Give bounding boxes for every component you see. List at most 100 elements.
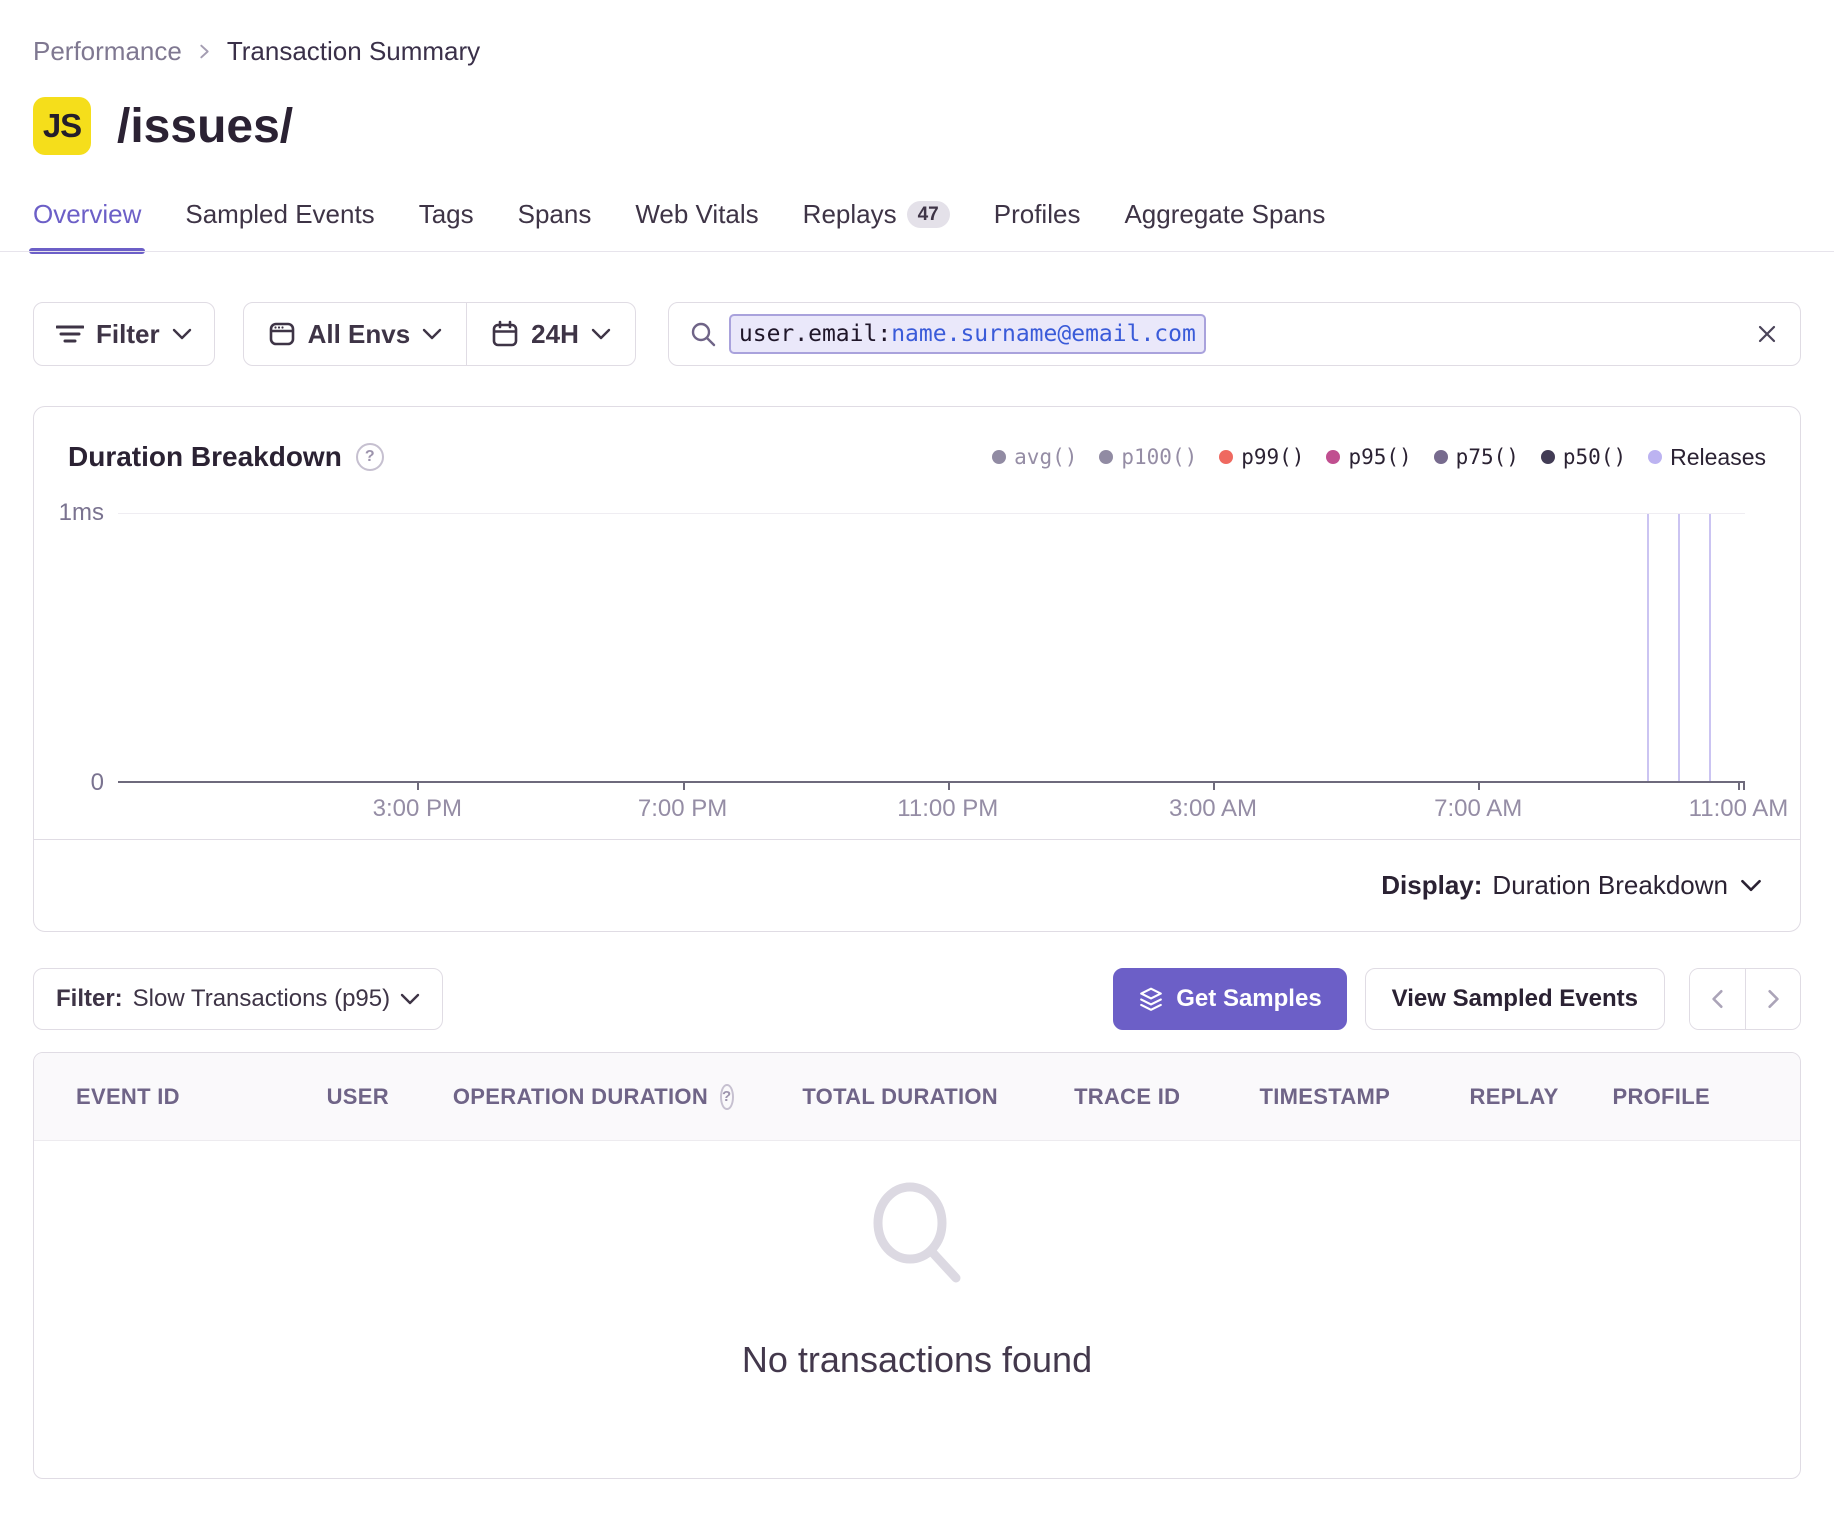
column-label: EVENT ID — [76, 1084, 180, 1110]
x-tick-label: 11:00 PM — [897, 795, 998, 823]
plot-canvas: 3:00 PM 7:00 PM 11:00 PM 3:00 AM 7:00 AM… — [118, 513, 1745, 783]
table-column-header: USER — [261, 1084, 454, 1110]
clear-search-icon[interactable] — [1754, 321, 1780, 347]
view-sampled-events-button[interactable]: View Sampled Events — [1365, 968, 1665, 1030]
table-column-header: REPLAY — [1464, 1084, 1565, 1110]
table-column-header: PROFILE — [1565, 1084, 1758, 1110]
legend-dot-icon — [1541, 450, 1555, 464]
search-input[interactable]: user.email:name.surname@email.com — [668, 302, 1801, 366]
pagination — [1689, 968, 1801, 1030]
display-selector-row: Display: Duration Breakdown — [34, 839, 1800, 931]
release-line — [1709, 514, 1711, 781]
legend-label: p75() — [1456, 445, 1519, 469]
display-value: Duration Breakdown — [1492, 870, 1728, 901]
tab-label: Sampled Events — [185, 199, 374, 230]
view-sampled-events-label: View Sampled Events — [1392, 985, 1638, 1013]
transaction-summary-page: Performance Transaction Summary JS /issu… — [0, 0, 1834, 1479]
x-tick-label: 3:00 PM — [373, 795, 462, 823]
previous-page-button[interactable] — [1690, 969, 1745, 1029]
tab-label: Replays — [803, 199, 897, 230]
release-line — [1647, 514, 1649, 781]
tab[interactable]: Overview — [33, 199, 141, 252]
legend-item[interactable]: p95() — [1326, 445, 1411, 469]
legend-item[interactable]: p100() — [1099, 445, 1197, 469]
release-line — [1678, 514, 1680, 781]
tab[interactable]: Tags — [419, 199, 474, 252]
tab[interactable]: Aggregate Spans — [1124, 199, 1325, 252]
help-icon[interactable]: ? — [356, 443, 384, 471]
empty-search-icon — [857, 1177, 977, 1297]
filter-button[interactable]: Filter — [33, 302, 215, 366]
tab[interactable]: Profiles — [994, 199, 1081, 252]
tabs-divider — [0, 251, 1834, 252]
legend-label: p99() — [1241, 445, 1304, 469]
tab[interactable]: Sampled Events — [185, 199, 374, 252]
chart-plot-area: 1ms 0 — [68, 513, 1745, 783]
tab-label: Overview — [33, 199, 141, 230]
legend-dot-icon — [992, 450, 1006, 464]
chevron-down-icon — [400, 992, 420, 1006]
get-samples-label: Get Samples — [1176, 985, 1321, 1013]
table-column-header: TRACE ID — [1068, 1084, 1186, 1110]
x-tick-label: 11:00 AM — [1689, 795, 1789, 823]
get-samples-button[interactable]: Get Samples — [1113, 968, 1346, 1030]
legend-label: Releases — [1670, 444, 1766, 471]
legend-item[interactable]: Releases — [1648, 444, 1766, 471]
stack-icon — [1138, 986, 1164, 1012]
breadcrumb-performance[interactable]: Performance — [33, 36, 182, 67]
column-label: OPERATION DURATION — [453, 1084, 708, 1110]
legend-item[interactable]: avg() — [992, 445, 1077, 469]
page-header: JS /issues/ — [33, 97, 1801, 155]
breadcrumb-transaction-summary: Transaction Summary — [227, 36, 480, 67]
chevron-down-icon — [1740, 878, 1762, 893]
token-key: user.email: — [739, 321, 891, 347]
display-label: Display: — [1381, 870, 1482, 901]
legend-label: p100() — [1121, 445, 1197, 469]
env-time-group: All Envs 24H — [243, 302, 636, 366]
chevron-down-icon — [172, 327, 192, 341]
legend-item[interactable]: p50() — [1541, 445, 1626, 469]
table-column-header: OPERATION DURATION ? — [454, 1084, 732, 1110]
next-page-button[interactable] — [1745, 969, 1800, 1029]
filter-button-label: Filter — [96, 319, 160, 350]
column-label: TOTAL DURATION — [802, 1084, 998, 1110]
token-value: name.surname@email.com — [891, 321, 1196, 347]
legend-item[interactable]: p99() — [1219, 445, 1304, 469]
table-column-header: EVENT ID — [76, 1084, 261, 1110]
tab[interactable]: Replays 47 — [803, 199, 950, 252]
page-title: /issues/ — [117, 99, 293, 154]
time-range-selector[interactable]: 24H — [467, 303, 635, 365]
chevron-down-icon — [422, 327, 442, 341]
legend-dot-icon — [1099, 450, 1113, 464]
x-tick-label: 7:00 PM — [638, 795, 727, 823]
legend-label: p95() — [1348, 445, 1411, 469]
table-empty-state: No transactions found — [34, 1141, 1800, 1478]
legend-dot-icon — [1219, 450, 1233, 464]
table-column-header: TIMESTAMP — [1186, 1084, 1464, 1110]
legend-dot-icon — [1648, 450, 1662, 464]
tab-count-badge: 47 — [907, 201, 950, 228]
x-axis-labels: 3:00 PM 7:00 PM 11:00 PM 3:00 AM 7:00 AM… — [118, 781, 1793, 833]
legend-label: avg() — [1014, 445, 1077, 469]
table-column-header: TOTAL DURATION — [732, 1084, 1068, 1110]
display-dropdown[interactable]: Duration Breakdown — [1492, 870, 1762, 901]
tab[interactable]: Spans — [518, 199, 592, 252]
search-filter-token[interactable]: user.email:name.surname@email.com — [729, 314, 1206, 354]
y-axis-min-label: 0 — [91, 769, 104, 797]
column-label: USER — [327, 1084, 389, 1110]
column-label: TRACE ID — [1074, 1084, 1180, 1110]
tab-label: Web Vitals — [635, 199, 758, 230]
samples-toolbar: Filter: Slow Transactions (p95) Get Samp… — [33, 968, 1801, 1030]
environment-selector[interactable]: All Envs — [244, 303, 467, 365]
legend-label: p50() — [1563, 445, 1626, 469]
tab-label: Aggregate Spans — [1124, 199, 1325, 230]
tab[interactable]: Web Vitals — [635, 199, 758, 252]
legend-item[interactable]: p75() — [1434, 445, 1519, 469]
empty-state-message: No transactions found — [742, 1339, 1092, 1381]
environment-label: All Envs — [308, 319, 411, 350]
transaction-filter-dropdown[interactable]: Filter: Slow Transactions (p95) — [33, 968, 443, 1030]
table-header-row: EVENT ID USER OPERATION DURATION ? TOTAL… — [34, 1053, 1800, 1141]
transaction-filter-label: Filter: — [56, 985, 123, 1013]
tab-label: Spans — [518, 199, 592, 230]
transaction-filter-value: Slow Transactions (p95) — [133, 985, 390, 1013]
